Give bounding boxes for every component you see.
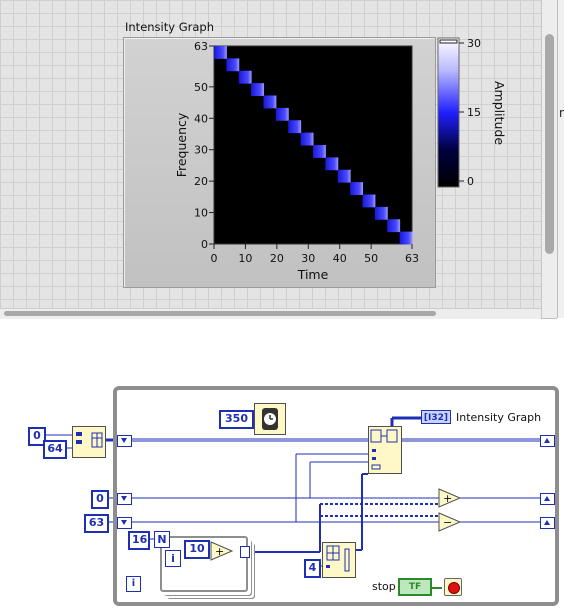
stop-wire	[432, 587, 442, 589]
intensity-cell	[300, 132, 314, 146]
indexing-tunnel[interactable]	[240, 546, 250, 558]
block-diagram: 0 64 0 63 350 [I32] Intensity Graph + − …	[0, 330, 564, 611]
x-tick-label: 40	[333, 252, 347, 265]
x-tick-label: 30	[301, 252, 315, 265]
front-panel: Intensity Graph 63 50 40 30 20 10 0 0 10 20 30 40 5…	[0, 0, 564, 319]
svg-text:−: −	[443, 516, 452, 529]
colorbar-tick-label: 0	[467, 175, 474, 188]
colorbar-tick-label: 30	[467, 37, 481, 50]
stop-label: stop	[372, 580, 396, 593]
svg-text:+: +	[215, 545, 224, 558]
x-tick-label: 10	[238, 252, 252, 265]
x-axis-label: Time	[297, 267, 329, 282]
intensity-cell	[350, 182, 363, 195]
replace-array-subset-node[interactable]	[368, 426, 402, 474]
intensity-cell	[226, 58, 240, 72]
color-scale-bar	[437, 37, 460, 188]
constant-0-mid[interactable]: 0	[91, 490, 109, 509]
for-loop-count-terminal[interactable]: N	[154, 531, 170, 548]
y-tick-label: 50	[194, 81, 208, 94]
constant-4[interactable]: 4	[304, 559, 321, 578]
watch-icon	[262, 408, 278, 430]
clipped-text: n	[559, 106, 564, 120]
x-tick-label: 0	[211, 252, 218, 265]
x-tick-label: 20	[270, 252, 284, 265]
array-subset-icon	[326, 545, 350, 572]
intensity-cell	[263, 95, 277, 109]
color-scale-marker[interactable]	[439, 39, 458, 44]
loop-condition-terminal[interactable]	[444, 578, 462, 596]
intensity-cell	[251, 83, 264, 96]
replace-array-subset-inner-node[interactable]	[322, 542, 356, 578]
intensity-graph: 63 50 40 30 20 10 0 0 10 20 30 40 50 63 Frequency Ti…	[174, 37, 507, 282]
initialize-array-node[interactable]	[72, 426, 106, 458]
while-loop-iteration-terminal[interactable]: i	[126, 576, 141, 592]
intensity-cell	[362, 194, 376, 208]
wait-ms-node[interactable]	[254, 403, 286, 435]
y-tick-label: 40	[194, 112, 208, 125]
colorbar-label: Amplitude	[492, 81, 507, 145]
right-shift-register-start[interactable]	[540, 493, 555, 505]
intensity-cell	[288, 120, 302, 134]
intensity-cell	[374, 206, 388, 220]
constant-10[interactable]: 10	[184, 540, 210, 559]
constant-350[interactable]: 350	[219, 410, 254, 429]
intensity-cell	[313, 145, 326, 158]
left-shift-register-start[interactable]	[117, 493, 132, 505]
intensity-cell	[214, 46, 227, 59]
intensity-cell	[275, 107, 289, 121]
intensity-cell	[399, 231, 413, 245]
svg-text:+: +	[443, 492, 452, 505]
intensity-cell	[387, 219, 401, 233]
y-tick-label: 0	[201, 238, 208, 251]
y-tick-label: 30	[194, 144, 208, 157]
replace-array-icon	[370, 429, 398, 470]
add-node[interactable]: +	[438, 488, 462, 508]
right-shift-register-array[interactable]	[540, 435, 555, 447]
left-shift-register-end[interactable]	[117, 517, 132, 529]
inner-add-node[interactable]: +	[210, 541, 234, 561]
left-shift-register-array[interactable]	[117, 435, 132, 447]
stop-button-terminal[interactable]: TF	[398, 578, 432, 596]
x-tick-label: 63	[405, 252, 419, 265]
y-tick-label: 20	[194, 175, 208, 188]
horizontal-scrollbar[interactable]	[0, 308, 541, 319]
intensity-cell	[238, 70, 252, 84]
initialize-array-icon	[76, 432, 103, 448]
intensity-graph-terminal-label: Intensity Graph	[456, 411, 542, 424]
constant-64[interactable]: 64	[43, 440, 67, 459]
stop-condition-icon	[448, 582, 460, 594]
subtract-node[interactable]: −	[438, 512, 462, 532]
vertical-scroll-thumb[interactable]	[545, 34, 554, 254]
x-tick-label: 50	[364, 252, 378, 265]
colorbar-tick-label: 15	[467, 106, 481, 119]
right-shift-register-end[interactable]	[540, 517, 555, 529]
horizontal-scroll-thumb[interactable]	[4, 311, 436, 316]
constant-16[interactable]: 16	[128, 531, 150, 550]
intensity-graph-terminal[interactable]: [I32]	[421, 410, 451, 424]
intensity-cell	[337, 169, 351, 183]
constant-63[interactable]: 63	[84, 514, 109, 533]
y-axis-label: Frequency	[174, 112, 189, 177]
intensity-cell	[325, 157, 339, 171]
y-tick-label: 10	[194, 207, 208, 220]
y-tick-label: 63	[194, 40, 208, 53]
adjacent-window-edge: n	[557, 0, 564, 318]
for-loop-iteration-terminal[interactable]: i	[165, 550, 181, 567]
vertical-scrollbar[interactable]	[541, 0, 558, 318]
